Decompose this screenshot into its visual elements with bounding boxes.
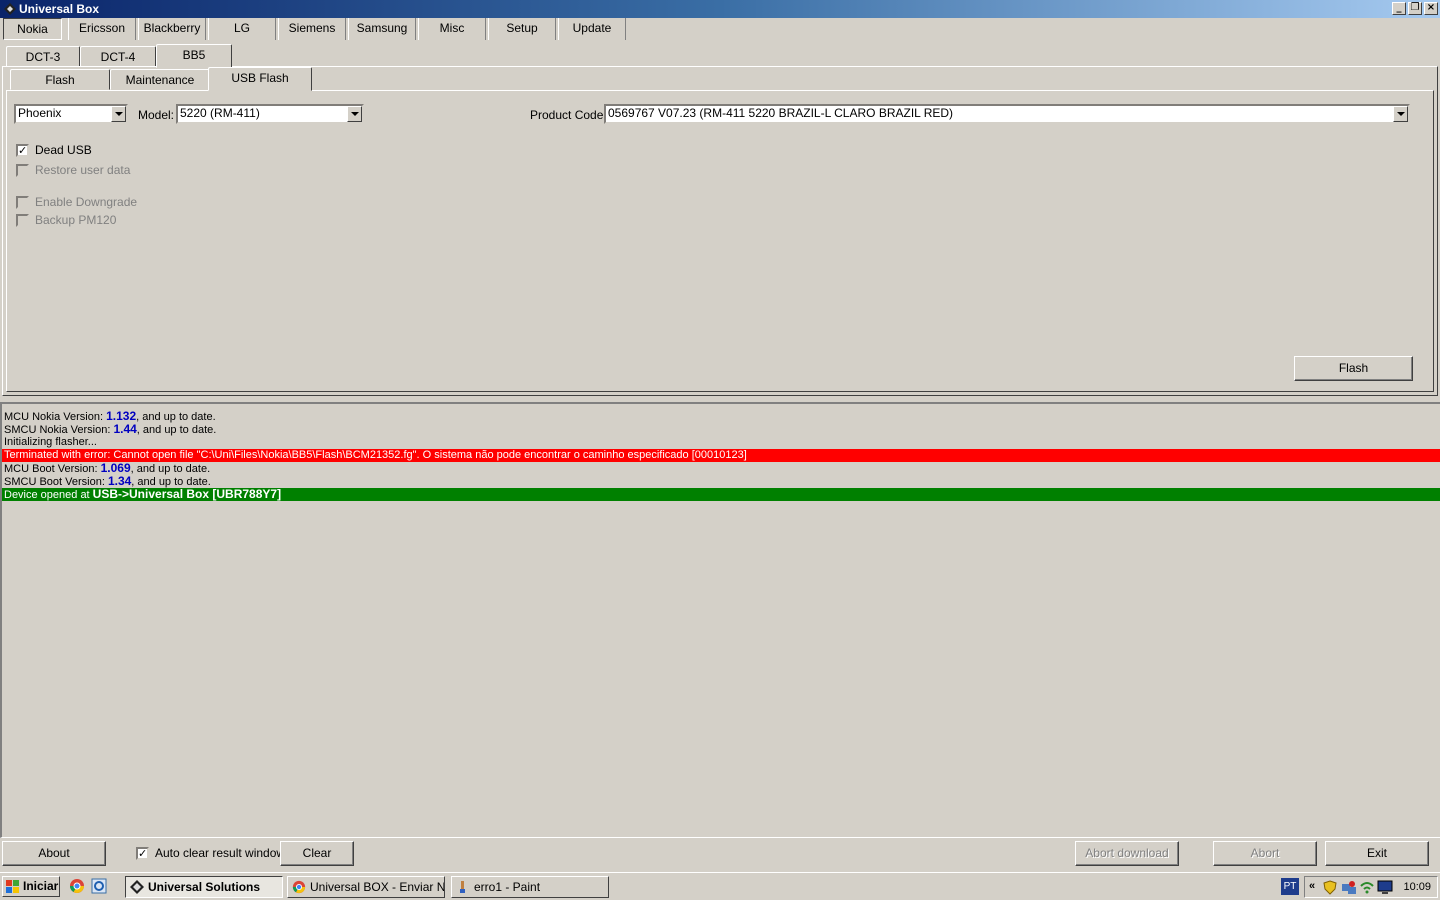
- chevron-down-icon[interactable]: [111, 106, 126, 122]
- tab-bb5[interactable]: BB5: [156, 44, 232, 68]
- backup-pm120-label: Backup PM120: [35, 213, 117, 227]
- checkbox-empty[interactable]: [16, 213, 29, 227]
- window-title: Universal Box: [19, 2, 100, 16]
- task-label: erro1 - Paint: [474, 880, 541, 894]
- minimize-button[interactable]: _: [1392, 2, 1406, 15]
- usb-flash-panel: [6, 90, 1434, 392]
- flash-button[interactable]: Flash: [1294, 356, 1413, 381]
- network-icon[interactable]: [1341, 880, 1357, 895]
- dead-usb-checkbox[interactable]: ✓ Dead USB: [16, 143, 92, 157]
- checkbox-empty[interactable]: [16, 195, 29, 209]
- tab-blackberry[interactable]: Blackberry: [138, 18, 206, 40]
- mode-value: Phoenix: [18, 106, 62, 120]
- tab-dct4[interactable]: DCT-4: [80, 46, 156, 67]
- clear-button[interactable]: Clear: [280, 841, 354, 866]
- tab-flash[interactable]: Flash: [10, 69, 110, 90]
- log-error-line: Terminated with error: Cannot open file …: [2, 449, 1440, 462]
- clock: 10:09: [1403, 881, 1431, 893]
- model-label: Model:: [138, 108, 175, 122]
- tab-nokia[interactable]: Nokia: [3, 18, 62, 40]
- dead-usb-label: Dead USB: [35, 143, 92, 157]
- language-indicator[interactable]: PT: [1281, 878, 1299, 895]
- enable-downgrade-label: Enable Downgrade: [35, 195, 138, 209]
- product-code-select[interactable]: 0569767 V07.23 (RM-411 5220 BRAZIL-L CLA…: [604, 104, 1410, 124]
- tab-ericsson[interactable]: Ericsson: [68, 18, 136, 40]
- start-label: Iniciar: [23, 879, 59, 893]
- windows-logo-icon: [6, 880, 19, 893]
- tab-dct3[interactable]: DCT-3: [6, 46, 80, 67]
- tab-lg[interactable]: LG: [208, 18, 276, 40]
- bottom-toolbar: About ✓ Auto clear result window Clear A…: [0, 838, 1440, 870]
- platform-tab-bar: DCT-3 DCT-4 BB5: [0, 44, 1440, 68]
- close-button[interactable]: ×: [1424, 2, 1438, 15]
- log-line: SMCU Boot Version: 1.34, and up to date.: [4, 475, 211, 488]
- browser-icon[interactable]: [91, 878, 107, 894]
- tab-usb-flash[interactable]: USB Flash: [208, 67, 312, 91]
- app-icon: [130, 880, 144, 894]
- log-line: MCU Boot Version: 1.069, and up to date.: [4, 462, 211, 475]
- chrome-icon: [292, 880, 306, 894]
- log-line: MCU Nokia Version: 1.132, and up to date…: [4, 410, 216, 423]
- log-line: SMCU Nokia Version: 1.44, and up to date…: [4, 423, 217, 436]
- about-button[interactable]: About: [2, 841, 106, 866]
- wifi-icon[interactable]: [1359, 880, 1375, 895]
- checkmark-icon[interactable]: ✓: [16, 143, 29, 157]
- log-line: Initializing flasher...: [4, 436, 97, 448]
- tab-samsung[interactable]: Samsung: [348, 18, 416, 40]
- tab-siemens[interactable]: Siemens: [278, 18, 346, 40]
- chrome-icon[interactable]: [69, 878, 85, 894]
- restore-user-data-label: Restore user data: [35, 163, 131, 177]
- brand-tab-bar: Nokia Ericsson Blackberry LG Siemens Sam…: [0, 18, 1440, 40]
- task-paint[interactable]: erro1 - Paint: [451, 876, 609, 898]
- restore-user-data-checkbox[interactable]: Restore user data: [16, 163, 130, 177]
- chevron-down-icon[interactable]: [1393, 106, 1408, 122]
- chevron-down-icon[interactable]: [347, 106, 362, 122]
- restore-button[interactable]: ❐: [1408, 2, 1422, 15]
- monitor-icon[interactable]: [1377, 880, 1393, 895]
- system-tray: « 10:09: [1304, 876, 1438, 898]
- tab-update[interactable]: Update: [558, 18, 626, 40]
- taskbar: Iniciar Universal Solutions Universal BO…: [0, 872, 1440, 900]
- start-button[interactable]: Iniciar: [2, 876, 60, 897]
- checkbox-empty[interactable]: [16, 163, 29, 177]
- title-bar: Universal Box _ ❐ ×: [0, 0, 1440, 18]
- app-icon: [4, 3, 16, 15]
- model-select[interactable]: 5220 (RM-411): [176, 104, 364, 124]
- abort-download-button[interactable]: Abort download: [1075, 841, 1179, 866]
- product-code-value: 0569767 V07.23 (RM-411 5220 BRAZIL-L CLA…: [608, 106, 954, 120]
- tab-misc[interactable]: Misc: [418, 18, 486, 40]
- task-label: Universal BOX - Enviar N...: [310, 880, 445, 894]
- abort-button[interactable]: Abort: [1213, 841, 1317, 866]
- backup-pm120-checkbox[interactable]: Backup PM120: [16, 213, 116, 227]
- model-value: 5220 (RM-411): [180, 106, 260, 120]
- exit-button[interactable]: Exit: [1325, 841, 1429, 866]
- checkmark-icon[interactable]: ✓: [136, 846, 149, 860]
- task-label: Universal Solutions: [148, 880, 261, 894]
- task-universal-solutions[interactable]: Universal Solutions: [125, 876, 283, 898]
- auto-clear-checkbox[interactable]: ✓ Auto clear result window: [136, 846, 285, 860]
- task-chrome[interactable]: Universal BOX - Enviar N...: [287, 876, 445, 898]
- enable-downgrade-checkbox[interactable]: Enable Downgrade: [16, 195, 137, 209]
- result-log[interactable]: MCU Nokia Version: 1.132, and up to date…: [0, 402, 1440, 838]
- tab-setup[interactable]: Setup: [488, 18, 556, 40]
- tray-expand-icon[interactable]: «: [1309, 880, 1315, 892]
- security-shield-icon[interactable]: [1323, 880, 1337, 895]
- mode-select[interactable]: Phoenix: [14, 104, 128, 124]
- auto-clear-label: Auto clear result window: [155, 846, 286, 860]
- product-code-label: Product Code:: [530, 108, 607, 122]
- paint-icon: [460, 881, 465, 893]
- tab-maintenance[interactable]: Maintenance: [110, 69, 210, 90]
- log-success-line: Device opened at USB->Universal Box [UBR…: [2, 488, 1440, 501]
